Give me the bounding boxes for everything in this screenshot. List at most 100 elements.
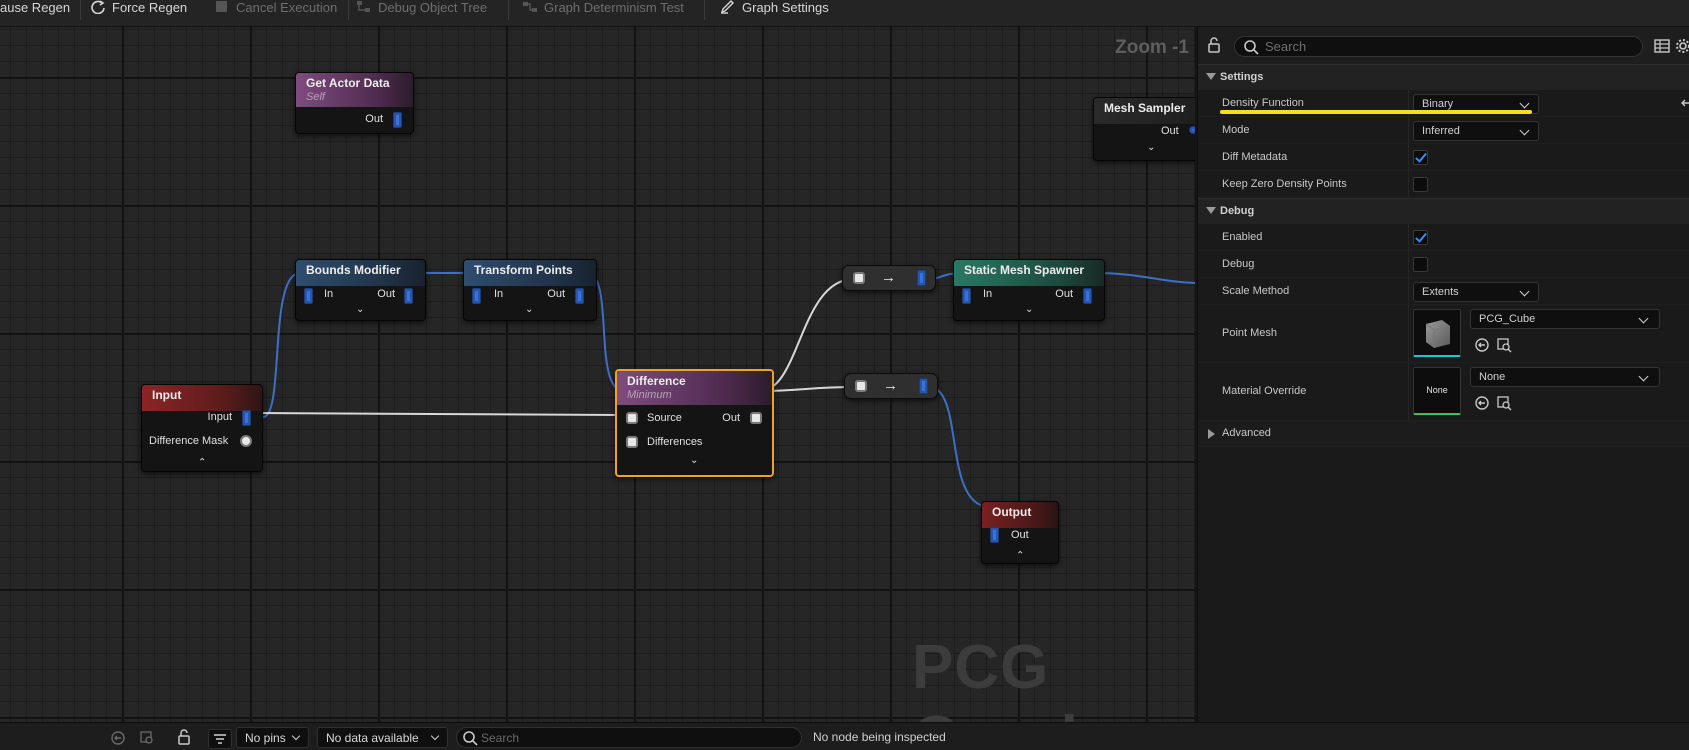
table-view-icon[interactable] <box>1654 38 1670 54</box>
expand-chevron-icon[interactable]: ⌄ <box>525 304 533 315</box>
section-title: Settings <box>1220 71 1264 83</box>
lock-icon[interactable] <box>1206 37 1222 53</box>
point-mesh-thumbnail[interactable] <box>1413 309 1461 357</box>
keep-zero-density-checkbox[interactable] <box>1413 177 1428 192</box>
output-pin-input[interactable] <box>242 410 251 426</box>
lock-icon[interactable] <box>176 729 192 745</box>
output-pin[interactable] <box>750 412 762 424</box>
input-pin-differences[interactable] <box>626 436 638 448</box>
node-mesh-sampler[interactable]: Mesh Sampler Out ⌄ <box>1093 97 1195 161</box>
expand-chevron-icon[interactable]: ⌄ <box>690 455 698 466</box>
advanced-section-header[interactable]: Advanced <box>1198 421 1689 447</box>
node-title: Difference <box>627 374 686 388</box>
reset-arrow-icon[interactable] <box>1680 96 1689 112</box>
collapse-triangle-icon <box>1206 207 1216 214</box>
scale-method-dropdown[interactable]: Extents <box>1413 282 1539 302</box>
material-thumbnail[interactable]: None <box>1413 367 1461 415</box>
force-regen-button[interactable]: Force Regen <box>90 0 187 15</box>
prop-density-function: Density Function Binary <box>1198 90 1689 117</box>
search-icon <box>462 730 478 746</box>
input-pin-source[interactable] <box>626 412 638 424</box>
node-output[interactable]: Output Out ⌄ <box>981 501 1059 564</box>
back-arrow-icon[interactable] <box>110 730 126 746</box>
details-search-input[interactable]: Search <box>1234 36 1643 57</box>
browse-asset-icon[interactable] <box>1496 395 1512 411</box>
tree-icon <box>356 0 372 14</box>
mode-dropdown[interactable]: Inferred <box>1413 121 1539 141</box>
prop-point-mesh: Point Mesh PCG_Cube <box>1198 305 1689 363</box>
column-divider <box>1408 117 1409 143</box>
graph-determinism-test-label: Graph Determinism Test <box>544 0 684 15</box>
use-selected-arrow-icon[interactable] <box>1474 395 1490 411</box>
node-bounds-modifier[interactable]: Bounds Modifier In Out ⌄ <box>295 259 426 321</box>
graph-toolbar: ause Regen Force Regen Cancel Execution … <box>0 0 1689 27</box>
inspect-search-input[interactable]: Search <box>456 727 802 748</box>
graph-canvas[interactable]: Zoom -1 PCG Graph Get Actor Data Self Ou… <box>0 27 1195 722</box>
wire-spawner-out <box>1094 272 1195 284</box>
expand-chevron-icon[interactable]: ⌄ <box>1025 304 1033 315</box>
node-header: Input <box>142 385 262 411</box>
data-filter-dropdown[interactable]: No data available <box>317 727 448 748</box>
section-title: Advanced <box>1222 427 1271 439</box>
browse-asset-icon[interactable] <box>1496 337 1512 353</box>
pins-filter-dropdown[interactable]: No pins <box>236 727 309 748</box>
inspect-status-text: No node being inspected <box>813 730 946 744</box>
browse-icon[interactable] <box>139 730 155 746</box>
node-static-mesh-spawner[interactable]: Static Mesh Spawner In Out ⌄ <box>953 259 1105 321</box>
output-pin[interactable] <box>404 288 413 304</box>
reroute-node-bottom[interactable]: → <box>844 373 938 399</box>
cancel-execution-button[interactable]: Cancel Execution <box>214 0 337 15</box>
output-pin-mask[interactable] <box>240 435 252 447</box>
output-pin[interactable] <box>1083 288 1092 304</box>
prop-label: Debug <box>1222 258 1255 270</box>
material-override-dropdown[interactable]: None <box>1470 367 1660 387</box>
collapse-chevron-icon[interactable]: ⌄ <box>1016 548 1024 559</box>
point-mesh-dropdown[interactable]: PCG_Cube <box>1470 309 1660 329</box>
input-pin[interactable] <box>990 527 999 543</box>
settings-section-header[interactable]: Settings <box>1198 64 1689 90</box>
output-pin[interactable] <box>575 288 584 304</box>
chevron-down-icon <box>1519 125 1530 136</box>
expand-chevron-icon[interactable]: ⌄ <box>356 304 364 315</box>
gear-icon[interactable] <box>1675 38 1689 54</box>
node-title: Static Mesh Spawner <box>964 263 1085 277</box>
input-pin[interactable] <box>962 288 971 304</box>
use-selected-arrow-icon[interactable] <box>1474 337 1490 353</box>
node-title: Get Actor Data <box>306 76 390 90</box>
wire-reroute-to-output <box>928 386 991 508</box>
chevron-down-icon <box>1519 286 1530 297</box>
yellow-highlight-underline <box>1220 110 1532 114</box>
node-header: Get Actor Data Self <box>296 73 413 107</box>
pin-label-difference-mask: Difference Mask <box>149 435 229 447</box>
debug-object-tree-button[interactable]: Debug Object Tree <box>356 0 487 15</box>
stop-icon <box>214 0 230 14</box>
expand-chevron-icon[interactable]: ⌄ <box>1147 142 1155 153</box>
dropdown-value: Binary <box>1422 98 1454 110</box>
node-get-actor-data[interactable]: Get Actor Data Self Out <box>295 72 414 134</box>
input-pin[interactable] <box>304 288 313 304</box>
debug-checkbox[interactable] <box>1413 257 1428 272</box>
output-pin[interactable] <box>393 112 402 128</box>
graph-determinism-test-button[interactable]: Graph Determinism Test <box>522 0 684 15</box>
input-pin[interactable] <box>855 380 867 392</box>
diff-metadata-checkbox[interactable] <box>1413 150 1428 165</box>
filter-icon[interactable] <box>208 729 232 749</box>
input-pin[interactable] <box>853 272 865 284</box>
output-pin[interactable] <box>917 270 926 286</box>
input-pin[interactable] <box>472 288 481 304</box>
pin-label-differences: Differences <box>647 436 703 448</box>
node-difference[interactable]: Difference Minimum Source Out Difference… <box>615 369 774 477</box>
node-input[interactable]: Input Input Difference Mask ⌄ <box>141 384 263 472</box>
pause-regen-button[interactable]: ause Regen <box>0 0 70 15</box>
reroute-node-top[interactable]: → <box>842 265 936 291</box>
prop-keep-zero-density-points: Keep Zero Density Points <box>1198 171 1689 198</box>
enabled-checkbox[interactable] <box>1413 230 1428 245</box>
toolbar-divider <box>704 0 705 20</box>
node-transform-points[interactable]: Transform Points In Out ⌄ <box>463 259 597 321</box>
output-pin[interactable] <box>919 378 928 394</box>
collapse-chevron-icon[interactable]: ⌄ <box>198 455 206 466</box>
debug-section-header[interactable]: Debug <box>1198 198 1689 224</box>
output-pin[interactable] <box>1189 126 1195 134</box>
node-title: Bounds Modifier <box>306 263 401 277</box>
graph-settings-button[interactable]: Graph Settings <box>720 0 829 15</box>
